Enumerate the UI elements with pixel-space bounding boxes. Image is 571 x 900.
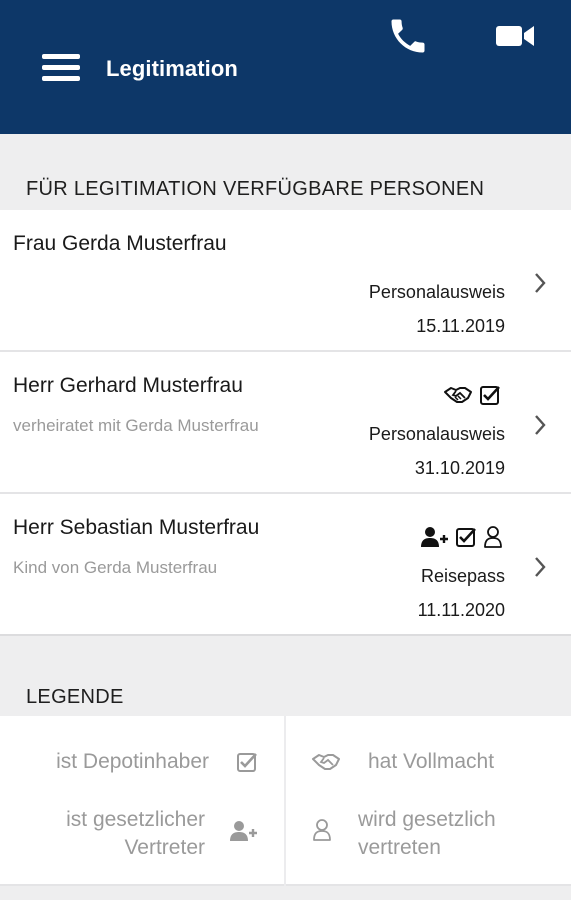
legend-section-header: LEGENDE: [26, 686, 124, 708]
person-row[interactable]: Herr Gerhard Musterfrau verheiratet mit …: [0, 352, 571, 494]
legend-label-vertreten: wird gesetzlich vertreten: [358, 806, 496, 862]
legend-label-line: ist gesetzlicher: [66, 808, 205, 831]
person-row[interactable]: Herr Sebastian Musterfrau Kind von Gerda…: [0, 494, 571, 636]
person-row[interactable]: Frau Gerda Musterfrau Personalausweis 15…: [0, 210, 571, 352]
person-role-icons: [443, 382, 501, 408]
checkbox-icon: [480, 386, 500, 405]
legend-label-line: wird gesetzlich: [358, 808, 496, 831]
document-type: Personalausweis: [368, 282, 505, 302]
user-plus-icon: [230, 821, 257, 841]
legend-label-depotinhaber: ist Depotinhaber: [56, 750, 209, 773]
document-type: Reisepass: [420, 566, 505, 586]
video-camera-icon: [496, 26, 534, 46]
phone-icon: [391, 19, 425, 53]
video-call-button[interactable]: [494, 18, 536, 54]
document-date: 31.10.2019: [414, 458, 505, 478]
person-name: Frau Gerda Musterfrau: [13, 232, 227, 255]
document-type: Personalausweis: [368, 424, 505, 444]
person-role-icons: [421, 524, 503, 550]
handshake-icon: [444, 387, 472, 403]
handshake-icon: [312, 754, 340, 770]
persons-list: Frau Gerda Musterfrau Personalausweis 15…: [0, 210, 571, 636]
person-relation: verheiratet mit Gerda Musterfrau: [13, 416, 259, 435]
legend-label-vertreter: ist gesetzlicher Vertreter: [66, 806, 205, 862]
legend-label-line: Vertreter: [124, 836, 205, 859]
legend-divider: [284, 716, 286, 886]
document-date: 11.11.2020: [417, 600, 505, 620]
chevron-right-icon: [535, 273, 546, 293]
menu-icon: [42, 54, 80, 59]
chevron-right-icon: [535, 415, 546, 435]
chevron-right-icon: [535, 557, 546, 577]
menu-icon-bar: [42, 76, 80, 81]
user-outline-icon: [484, 526, 502, 548]
document-date: 15.11.2019: [416, 316, 505, 336]
app-bar: Legitimation: [0, 0, 571, 134]
legend-label-line: vertreten: [358, 836, 441, 859]
user-plus-icon: [421, 527, 448, 547]
checkbox-icon: [456, 528, 476, 547]
person-name: Herr Gerhard Musterfrau: [13, 374, 243, 397]
legend-label-vollmacht: hat Vollmacht: [368, 750, 495, 773]
page-title: Legitimation: [106, 56, 238, 81]
user-outline-icon: [313, 819, 331, 841]
person-relation: Kind von Gerda Musterfrau: [13, 558, 218, 577]
menu-button[interactable]: [36, 48, 84, 88]
checkbox-icon: [237, 753, 257, 772]
phone-button[interactable]: [386, 14, 430, 58]
legend-panel: ist Depotinhaber hat Vollmacht ist geset…: [0, 716, 571, 886]
persons-section-header: FÜR LEGITIMATION VERFÜGBARE PERSONEN: [26, 178, 485, 200]
person-name: Herr Sebastian Musterfrau: [13, 516, 260, 539]
menu-icon-bar: [42, 65, 80, 70]
